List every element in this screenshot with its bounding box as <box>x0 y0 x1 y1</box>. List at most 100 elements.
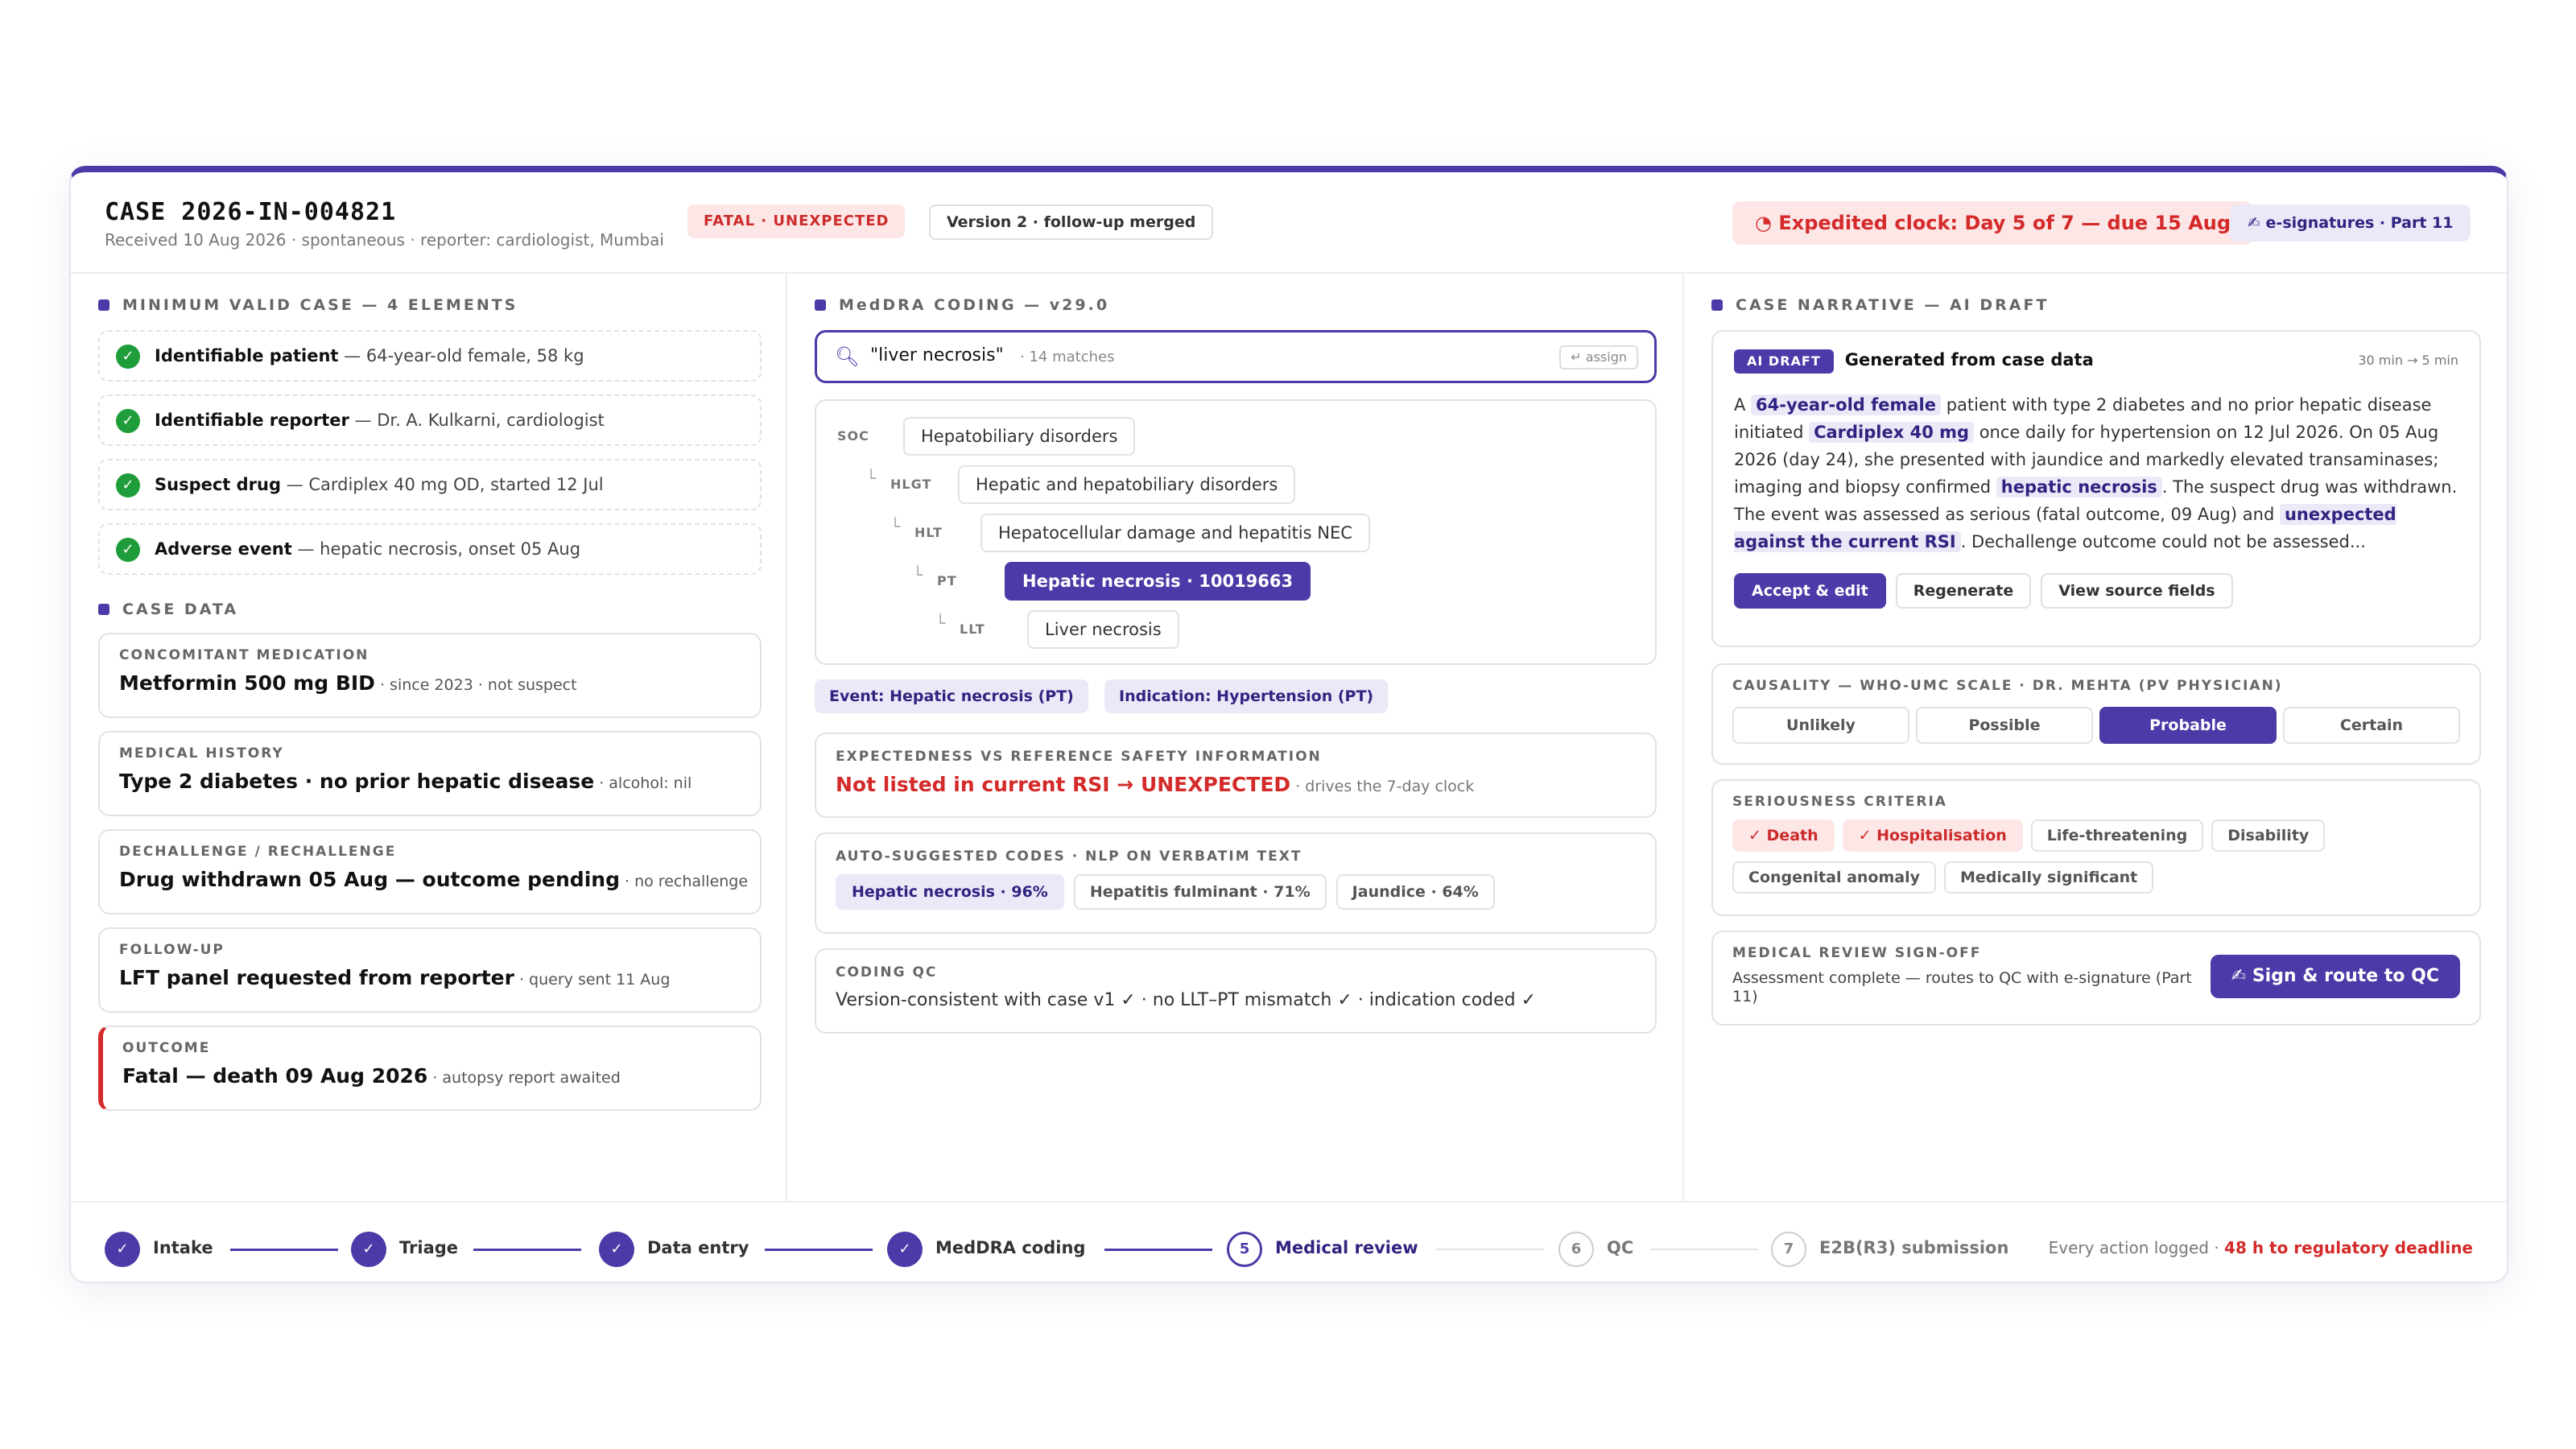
suggested-code[interactable]: Hepatic necrosis · 96% <box>836 874 1064 910</box>
causality-certain[interactable]: Certain <box>2283 707 2460 744</box>
sign-route-qc-button[interactable]: ✍ Sign & route to QC <box>2210 955 2460 998</box>
criterion-disability[interactable]: Disability <box>2211 819 2326 852</box>
criterion-life-threatening[interactable]: Life-threatening <box>2030 819 2204 852</box>
mvc-item-detail: — hepatic necrosis, onset 05 Aug <box>291 539 581 559</box>
causality-panel: CAUSALITY — WHO-UMC SCALE · DR. MEHTA (P… <box>1711 663 2481 765</box>
meddra-section-title: MedDRA CODING — v29.0 <box>815 296 1109 314</box>
criterion-congenital-anomaly[interactable]: Congenital anomaly <box>1732 861 1936 894</box>
card-value: Fatal — death 09 Aug 2026 · autopsy repo… <box>122 1064 621 1088</box>
step-label: MedDRA coding <box>935 1238 1086 1257</box>
tree-node-llt[interactable]: Liver necrosis <box>1027 610 1179 649</box>
tree-node-soc[interactable]: Hepatobiliary disorders <box>903 417 1136 456</box>
coding-qc-panel: CODING QC Version-consistent with case v… <box>815 948 1657 1034</box>
causality-unlikely[interactable]: Unlikely <box>1732 707 1909 744</box>
signoff-text: Assessment complete — routes to QC with … <box>1732 969 2192 1005</box>
step-number: 5 <box>1227 1232 1262 1267</box>
event-coding-chip[interactable]: Event: Hepatic necrosis (PT) <box>815 679 1088 713</box>
step-connector <box>1436 1249 1544 1250</box>
mvc-item: ✓ Suspect drug — Cardiplex 40 mg OD, star… <box>98 459 762 510</box>
tree-level-label: HLGT <box>890 477 932 492</box>
outcome-card[interactable]: OUTCOME Fatal — death 09 Aug 2026 · auto… <box>98 1026 762 1111</box>
step-number: 6 <box>1558 1232 1594 1267</box>
view-source-fields-button[interactable]: View source fields <box>2041 573 2233 609</box>
mvc-item-detail: — Cardiplex 40 mg OD, started 12 Jul <box>281 475 604 494</box>
assign-button[interactable]: ↵ assign <box>1559 345 1638 369</box>
tree-level-label: LLT <box>960 621 985 637</box>
tree-connector: └ <box>935 613 946 633</box>
criterion-hospitalisation[interactable]: ✓ Hospitalisation <box>1842 819 2023 852</box>
case-review-window: CASE 2026-IN-004821 Received 10 Aug 2026… <box>69 166 2508 1283</box>
mvc-item-detail: — 64-year-old female, 58 kg <box>338 346 584 365</box>
causality-scale: Unlikely Possible Probable Certain <box>1732 707 2460 744</box>
step-connector <box>1104 1249 1212 1251</box>
mvc-section-title: MINIMUM VALID CASE — 4 ELEMENTS <box>98 296 518 314</box>
tree-connector: └ <box>890 517 901 536</box>
accept-edit-button[interactable]: Accept & edit <box>1734 573 1886 609</box>
expedited-clock-badge: ◔ Expedited clock: Day 5 of 7 — due 15 A… <box>1732 201 2254 245</box>
narrative-section-title: CASE NARRATIVE — AI DRAFT <box>1711 296 2049 314</box>
ai-draft-badge: AI DRAFT <box>1734 349 1834 374</box>
panel-label: EXPECTEDNESS VS REFERENCE SAFETY INFORMA… <box>836 749 1322 765</box>
version-badge[interactable]: Version 2 · follow-up merged <box>929 204 1214 240</box>
narrative-highlight: hepatic necrosis <box>1996 477 2162 497</box>
check-icon: ✓ <box>116 409 140 433</box>
card-label: DECHALLENGE / RECHALLENGE <box>119 844 397 860</box>
panel-label: SERIOUSNESS CRITERIA <box>1732 794 1947 810</box>
step-connector <box>230 1249 338 1251</box>
case-received-info: Received 10 Aug 2026 · spontaneous · rep… <box>105 230 664 250</box>
expectedness-value: Not listed in current RSI → UNEXPECTED ·… <box>836 773 1475 796</box>
case-data-column: MINIMUM VALID CASE — 4 ELEMENTS ✓ Identif… <box>71 274 787 1201</box>
tree-node-pt-selected[interactable]: Hepatic necrosis · 10019663 <box>1005 562 1311 601</box>
step-check-icon: ✓ <box>351 1232 386 1267</box>
mvc-item: ✓ Identifiable patient — 64-year-old fema… <box>98 330 762 382</box>
signoff-panel: MEDICAL REVIEW SIGN-OFF Assessment compl… <box>1711 931 2481 1026</box>
card-label: OUTCOME <box>122 1040 211 1056</box>
suggested-code[interactable]: Jaundice · 64% <box>1335 874 1495 910</box>
suggested-code[interactable]: Hepatitis fulminant · 71% <box>1073 874 1327 910</box>
card-value: LFT panel requested from reporter · quer… <box>119 966 671 989</box>
tree-level-label: HLT <box>914 525 943 540</box>
card-value: Metformin 500 mg BID · since 2023 · not … <box>119 671 577 695</box>
fatal-unexpected-badge: FATAL · UNEXPECTED <box>687 204 906 238</box>
mvc-item-detail: — Dr. A. Kulkarni, cardiologist <box>349 411 605 430</box>
causality-probable[interactable]: Probable <box>2099 707 2277 744</box>
step-label: QC <box>1607 1238 1634 1257</box>
step-label: Intake <box>153 1238 213 1257</box>
case-header: CASE 2026-IN-004821 Received 10 Aug 2026… <box>71 172 2507 274</box>
step-check-icon: ✓ <box>887 1232 923 1267</box>
panel-label: CODING QC <box>836 964 938 980</box>
follow-up-card[interactable]: FOLLOW-UP LFT panel requested from repor… <box>98 927 762 1013</box>
criterion-death[interactable]: ✓ Death <box>1732 819 1835 852</box>
tree-connector: └ <box>866 469 877 488</box>
mvc-item-label: Suspect drug <box>155 475 282 494</box>
step-check-icon: ✓ <box>599 1232 634 1267</box>
regenerate-button[interactable]: Regenerate <box>1895 573 2032 609</box>
medical-history-card[interactable]: MEDICAL HISTORY Type 2 diabetes · no pri… <box>98 731 762 816</box>
step-number: 7 <box>1771 1232 1806 1267</box>
dechallenge-card[interactable]: DECHALLENGE / RECHALLENGE Drug withdrawn… <box>98 829 762 914</box>
step-connector <box>765 1249 873 1251</box>
step-check-icon: ✓ <box>105 1232 140 1267</box>
step-connector <box>473 1249 581 1251</box>
clock-icon: ◔ <box>1755 212 1772 234</box>
narrative-heading: Generated from case data <box>1844 350 2094 369</box>
expectedness-panel: EXPECTEDNESS VS REFERENCE SAFETY INFORMA… <box>815 733 1657 818</box>
meddra-search-input[interactable]: 🔍︎ "liver necrosis" · 14 matches ↵ assig… <box>815 330 1657 383</box>
step-connector <box>1650 1249 1758 1250</box>
panel-label: CAUSALITY — WHO-UMC SCALE · DR. MEHTA (P… <box>1732 678 2283 694</box>
audit-deadline-note: Every action logged · 48 h to regulatory… <box>2048 1238 2473 1257</box>
card-label: FOLLOW-UP <box>119 942 225 958</box>
card-value: Type 2 diabetes · no prior hepatic disea… <box>119 770 692 793</box>
tree-node-hlt[interactable]: Hepatocellular damage and hepatitis NEC <box>980 514 1370 552</box>
criterion-medically-significant[interactable]: Medically significant <box>1944 861 2154 894</box>
causality-possible[interactable]: Possible <box>1916 707 2093 744</box>
search-match-count: · 14 matches <box>1020 349 1115 365</box>
concomitant-medication-card[interactable]: CONCOMITANT MEDICATION Metformin 500 mg … <box>98 633 762 718</box>
esignature-badge[interactable]: ✍ e-signatures · Part 11 <box>2230 204 2471 242</box>
search-query[interactable]: "liver necrosis" <box>870 345 1004 365</box>
indication-coding-chip[interactable]: Indication: Hypertension (PT) <box>1104 679 1389 713</box>
search-icon: 🔍︎ <box>835 345 860 368</box>
step-label: Data entry <box>647 1238 749 1257</box>
tree-node-hlgt[interactable]: Hepatic and hepatobiliary disorders <box>958 465 1296 504</box>
tree-level-label: PT <box>937 573 957 588</box>
